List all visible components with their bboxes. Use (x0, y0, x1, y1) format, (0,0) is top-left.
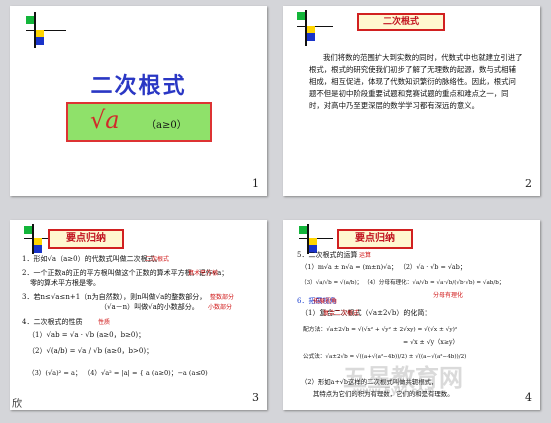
slide-number: 4 (525, 391, 532, 404)
slide-title: 二次根式 (357, 13, 445, 31)
decor-square-green (24, 226, 32, 234)
content-line: （3）√a/√b = √(a/b)； （4）分母有理化：√a/√b = √a·√… (301, 280, 505, 286)
content-line: 1．形如√a（a≥0）的代数式叫做二次根式。 (22, 255, 162, 263)
decor-line (26, 30, 66, 31)
watermark-url: www.5ykj.com (353, 386, 435, 397)
content-line: 零的算术平方根是零。 (30, 279, 100, 287)
content-line: （1）复合二次根式（√a±2√b）的化简： (301, 309, 432, 317)
content-line: （3）(√a)² = a； （4）√a² = |a| = { a (a≥0)；−… (28, 369, 208, 377)
content-line: 3．若n≤√a≤n+1（n为自然数），则n叫做√a的整数部分， (22, 293, 207, 301)
highlight-term: 拓展视角 (313, 298, 338, 305)
slide-number: 3 (252, 391, 259, 404)
slide-title: 二次根式 (90, 73, 187, 99)
slide-1-thumbnail[interactable]: 二次根式 √a （a≥0） 1 (10, 6, 267, 196)
highlight-term: 复合二次根式 (323, 310, 360, 317)
intro-paragraph: 我们将数的范围扩大到实数的同时，代数式中也就建立引进了根式，根式的研究使我们初步… (309, 53, 523, 110)
highlight-term: 性质 (98, 319, 111, 326)
content-line: （1）m√a ± n√a = (m±n)√a； （2）√a · √b = √ab… (301, 263, 467, 271)
formula-box: √a （a≥0） (66, 102, 212, 142)
highlight-term: 二次根式 (145, 256, 170, 263)
slide-number: 1 (252, 177, 259, 190)
slide-4-thumbnail[interactable]: 要点归纳 5．二次根式的运算 （1）m√a ± n√a = (m±n)√a； （… (283, 220, 540, 410)
corner-mark: 欣 (12, 399, 22, 410)
slide-3-thumbnail[interactable]: 要点归纳 1．形如√a（a≥0）的代数式叫做二次根式。 2．一个正数a的正的平方… (10, 220, 267, 410)
slide-number: 2 (525, 177, 532, 190)
decor-square-green (299, 226, 307, 234)
formula-condition: （a≥0） (146, 120, 187, 131)
decor-square-blue (34, 245, 42, 253)
content-line: 4．二次根式的性质 (22, 318, 83, 326)
content-line: 配方法：√a±2√b = √(√x² + √y² ± 2√xy) = √(√x … (303, 327, 458, 333)
highlight-term: 分母有理化 (433, 292, 464, 299)
decor-square-blue (36, 37, 44, 45)
content-line: （1）√ab = √a · √b (a≥0，b≥0)； (28, 331, 146, 339)
slide-title: 要点归纳 (337, 229, 413, 249)
highlight-term: 整数部分 (210, 294, 235, 301)
sqrt-formula: √a (90, 106, 120, 134)
slide-title: 要点归纳 (48, 229, 124, 249)
decor-square-blue (307, 33, 315, 41)
content-line: = √x ± √y（x≥y） (403, 339, 459, 346)
decor-line (297, 26, 333, 27)
highlight-term: 小数部分 (208, 304, 233, 311)
slide-2-thumbnail[interactable]: 二次根式 我们将数的范围扩大到实数的同时，代数式中也就建立引进了根式，根式的研究… (283, 6, 540, 196)
content-line: 5．二次根式的运算 (297, 251, 358, 259)
content-line: （√a－n）叫做√a的小数部分。 (100, 303, 199, 311)
highlight-term: 算术平方根 (188, 270, 219, 277)
decor-square-green (297, 12, 305, 20)
decor-square-green (26, 16, 34, 24)
highlight-term: 运算 (359, 252, 372, 259)
content-line: （2）√(a/b) = √a / √b (a≥0，b>0)； (28, 347, 154, 355)
